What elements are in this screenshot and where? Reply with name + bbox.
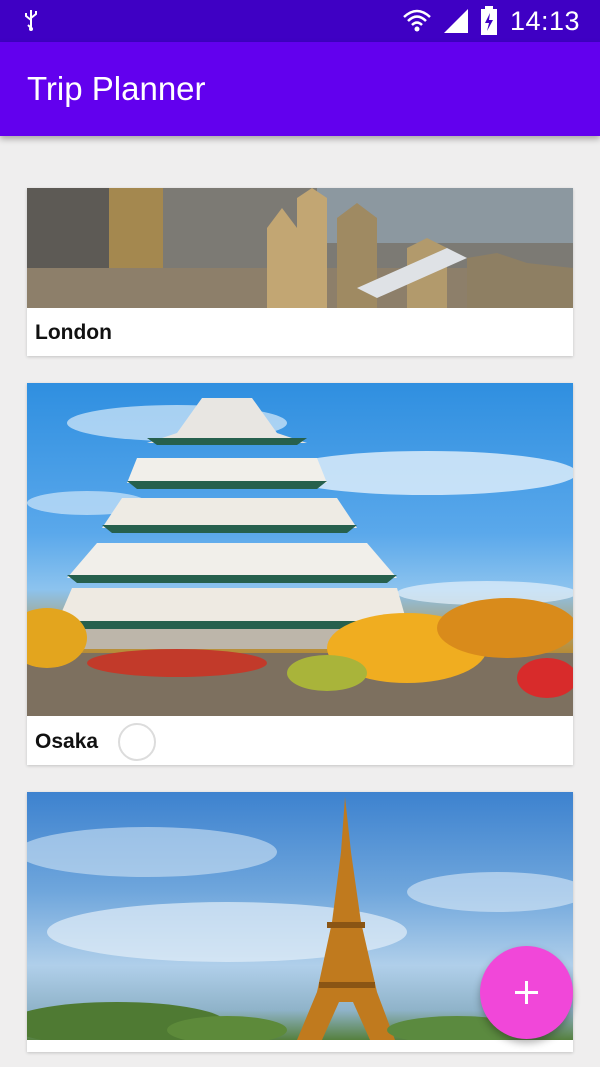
trip-card-osaka[interactable]: Osaka — [27, 383, 573, 765]
london-photo — [27, 188, 573, 308]
usb-icon — [22, 8, 40, 37]
add-trip-button[interactable] — [480, 946, 573, 1039]
loading-spinner — [118, 723, 156, 761]
battery-charging-icon — [480, 6, 498, 41]
trip-name: London — [35, 321, 112, 344]
app-title: Trip Planner — [27, 70, 206, 107]
wifi-icon — [402, 5, 432, 42]
status-bar: 14:13 — [0, 0, 600, 42]
status-time: 14:13 — [510, 6, 581, 36]
app-bar: Trip Planner — [0, 42, 600, 136]
plus-icon — [515, 981, 538, 1004]
trip-card-london[interactable]: London — [27, 188, 573, 356]
cell-signal-icon — [442, 8, 470, 39]
trip-name: Osaka — [35, 730, 99, 753]
osaka-castle-photo — [27, 383, 573, 716]
